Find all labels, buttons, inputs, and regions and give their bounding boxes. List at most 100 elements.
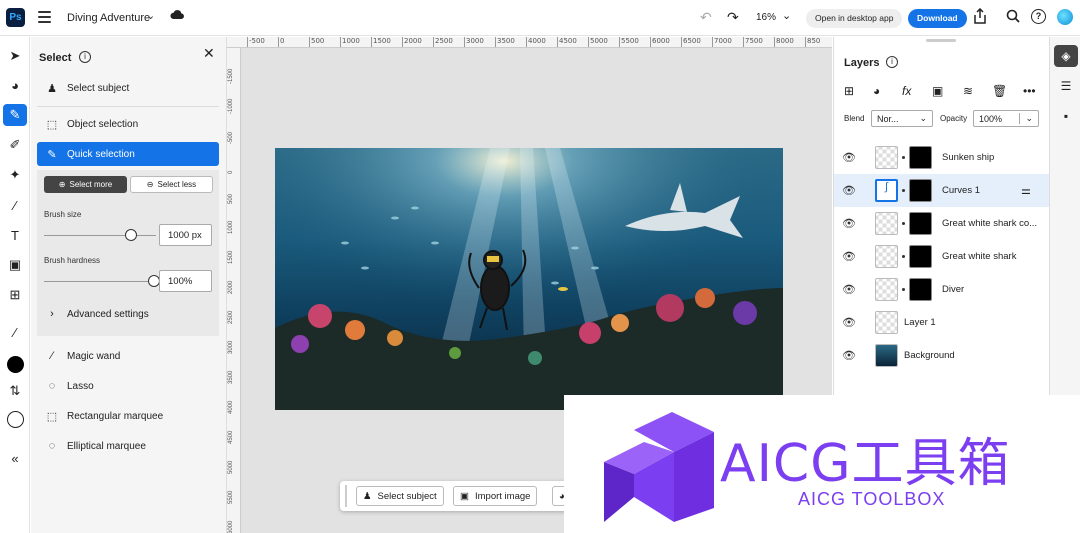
- document-image[interactable]: [275, 148, 783, 410]
- eye-icon[interactable]: 👁: [842, 184, 856, 197]
- eye-icon[interactable]: 👁: [842, 283, 856, 296]
- adjustment-properties-icon[interactable]: ⚌: [1021, 184, 1031, 197]
- ruler-tick-label: -500: [247, 37, 265, 47]
- eye-icon[interactable]: 👁: [842, 250, 856, 263]
- avatar[interactable]: [1057, 9, 1073, 25]
- photoshop-logo[interactable]: Ps: [6, 8, 25, 27]
- background-color-swatch[interactable]: [3, 408, 27, 430]
- open-desktop-button[interactable]: Open in desktop app: [806, 9, 903, 28]
- layer-row[interactable]: 👁 Great white shark: [834, 240, 1049, 273]
- select-more-button[interactable]: ⊕ Select more: [44, 176, 127, 193]
- help-icon[interactable]: ?: [1031, 9, 1046, 24]
- mask-thumbnail[interactable]: [909, 245, 932, 268]
- mask-thumbnail[interactable]: [909, 278, 932, 301]
- layer-thumbnail[interactable]: [875, 278, 898, 301]
- ruler-tick-label: 6500: [681, 37, 701, 47]
- redo-icon[interactable]: ↷: [727, 9, 739, 26]
- item-label: Lasso: [67, 380, 94, 392]
- brush-size-slider[interactable]: [44, 235, 156, 236]
- opacity-field[interactable]: 100% ⌄: [973, 110, 1039, 127]
- zoom-level[interactable]: 16%: [756, 12, 776, 23]
- ruler-tick-label: 1000: [340, 37, 360, 47]
- adjustment-layer-icon[interactable]: ◕: [873, 84, 880, 98]
- document-title[interactable]: Diving Adventure: [67, 12, 150, 24]
- layer-row[interactable]: 👁 Great white shark co...: [834, 207, 1049, 240]
- close-icon[interactable]: ✕: [203, 45, 215, 62]
- layer-row[interactable]: 👁 Diver: [834, 273, 1049, 306]
- layer-stack-icon[interactable]: ≋: [963, 84, 973, 98]
- layer-thumbnail[interactable]: [875, 344, 898, 367]
- quick-selection-tool-icon[interactable]: ✎: [3, 104, 27, 126]
- advanced-settings-toggle[interactable]: › Advanced settings: [37, 302, 219, 326]
- ruler-tick-label: 6000: [650, 37, 670, 47]
- layer-thumbnail[interactable]: [875, 212, 898, 235]
- trash-icon[interactable]: 🗑: [992, 84, 1007, 98]
- add-image-tool-icon[interactable]: ⊞: [3, 284, 27, 306]
- layer-row[interactable]: 👁 ∫ Curves 1 ⚌: [834, 174, 1049, 207]
- object-selection-item[interactable]: ⬚ Object selection: [37, 112, 219, 136]
- layer-thumbnail[interactable]: [875, 311, 898, 334]
- brush-remove-tool-icon[interactable]: ✐: [3, 134, 27, 156]
- brush-hardness-field[interactable]: 100%: [159, 270, 212, 292]
- brush-tool-icon[interactable]: ∕: [3, 194, 27, 216]
- quick-selection-item[interactable]: ✎ Quick selection: [37, 142, 219, 166]
- mask-thumbnail[interactable]: [909, 146, 932, 169]
- ruler-tick-label: 5500: [228, 490, 234, 504]
- curves-thumbnail[interactable]: ∫: [875, 179, 898, 202]
- link-dot: [902, 156, 905, 159]
- ruler-tick-label: 1500: [371, 37, 391, 47]
- download-button[interactable]: Download: [908, 9, 967, 28]
- spot-heal-tool-icon[interactable]: ✦: [3, 164, 27, 186]
- rectangular-marquee-item[interactable]: ⬚ Rectangular marquee: [37, 404, 219, 428]
- undo-icon[interactable]: ↶: [700, 9, 712, 26]
- move-tool-icon[interactable]: ➤: [3, 45, 27, 67]
- ruler-tick-label: 3000: [228, 340, 234, 354]
- chevron-down-icon[interactable]: ⌄: [146, 9, 155, 22]
- layer-row[interactable]: 👁 Layer 1: [834, 306, 1049, 339]
- lasso-item[interactable]: ◌ Lasso: [37, 374, 219, 398]
- brush-hardness-slider[interactable]: [44, 281, 154, 282]
- layer-thumbnail[interactable]: [875, 245, 898, 268]
- select-subject-item[interactable]: ♟ Select subject: [37, 76, 219, 100]
- select-subject-button[interactable]: ♟ Select subject: [356, 486, 444, 506]
- effects-icon[interactable]: fx: [902, 84, 911, 98]
- layer-row[interactable]: 👁 Sunken ship: [834, 141, 1049, 174]
- layer-thumbnail[interactable]: [875, 146, 898, 169]
- comments-panel-icon[interactable]: ▪: [1054, 105, 1078, 127]
- zoom-chevron-icon[interactable]: ⌄: [782, 9, 791, 22]
- collapse-icon[interactable]: «: [3, 447, 27, 469]
- search-icon[interactable]: [1006, 9, 1020, 26]
- info-icon[interactable]: i: [886, 56, 898, 68]
- eye-icon[interactable]: 👁: [842, 349, 856, 362]
- elliptical-marquee-item[interactable]: ◌ Elliptical marquee: [37, 434, 219, 458]
- share-icon[interactable]: [973, 7, 987, 27]
- more-icon[interactable]: •••: [1023, 84, 1036, 98]
- place-image-tool-icon[interactable]: ▣: [3, 254, 27, 276]
- adjustments-panel-icon[interactable]: ☰: [1054, 75, 1078, 97]
- mask-thumbnail[interactable]: [909, 179, 932, 202]
- menu-icon[interactable]: [38, 11, 51, 23]
- eye-icon[interactable]: 👁: [842, 151, 856, 164]
- cloud-icon[interactable]: [170, 9, 184, 23]
- magic-wand-item[interactable]: ⁄ Magic wand: [37, 344, 219, 368]
- ruler-tick-label: 4000: [526, 37, 546, 47]
- drag-handle[interactable]: [345, 485, 347, 507]
- brush-size-field[interactable]: 1000 px: [159, 224, 212, 246]
- mask-thumbnail[interactable]: [909, 212, 932, 235]
- mask-icon[interactable]: ▣: [932, 84, 943, 98]
- info-icon[interactable]: i: [79, 51, 91, 63]
- import-image-button[interactable]: ▣ Import image: [453, 486, 538, 506]
- layers-panel-icon[interactable]: ◈: [1054, 45, 1078, 67]
- eye-icon[interactable]: 👁: [842, 316, 856, 329]
- eyedropper-tool-icon[interactable]: ⁄: [3, 321, 27, 343]
- select-less-button[interactable]: ⊖ Select less: [130, 176, 213, 193]
- layer-row[interactable]: 👁 Background: [834, 339, 1049, 372]
- foreground-color-swatch[interactable]: [3, 353, 27, 375]
- panel-grip[interactable]: [926, 39, 956, 42]
- type-tool-icon[interactable]: T: [3, 224, 27, 246]
- swap-colors-icon[interactable]: ⇅: [3, 380, 27, 402]
- blend-mode-select[interactable]: Nor... ⌄: [871, 110, 933, 127]
- eye-icon[interactable]: 👁: [842, 217, 856, 230]
- adjust-tool-icon[interactable]: ◕: [3, 74, 27, 96]
- add-layer-icon[interactable]: ⊞: [844, 84, 854, 98]
